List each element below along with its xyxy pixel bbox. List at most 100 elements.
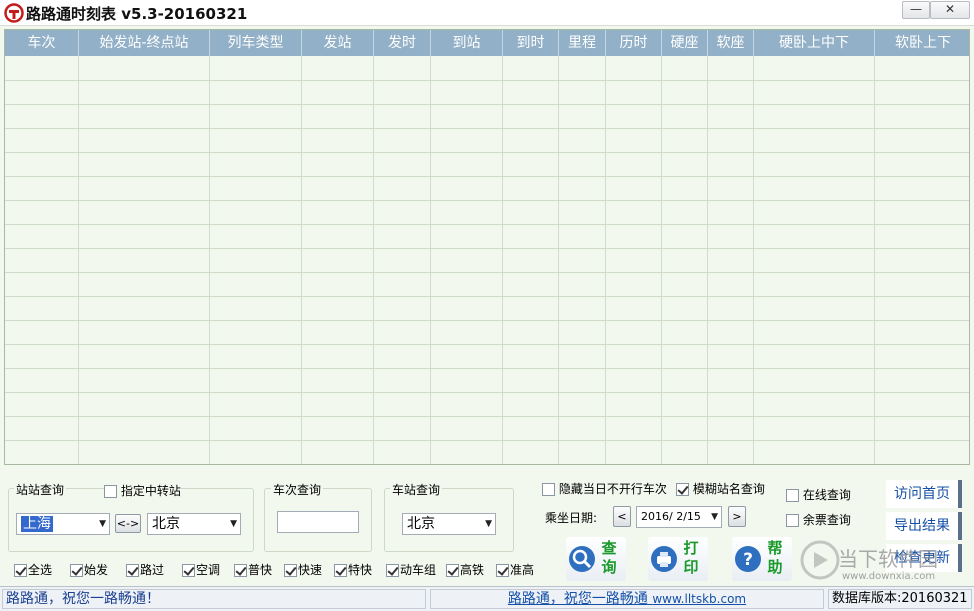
- date-value: 2016/ 2/15: [641, 510, 701, 523]
- status-link-text: 路路通，祝您一路畅通: [507, 591, 648, 607]
- help-label: 帮助: [767, 539, 783, 576]
- hide-not-running-checkbox[interactable]: [542, 483, 555, 496]
- online-query-option[interactable]: 在线查询: [786, 486, 851, 503]
- query-button[interactable]: 查询: [566, 537, 626, 581]
- prev-date-button[interactable]: <: [613, 506, 631, 527]
- chevron-down-icon: ▼: [485, 519, 492, 529]
- filter-option[interactable]: 准高: [496, 561, 534, 578]
- visit-home-button[interactable]: 访问首页: [886, 480, 962, 508]
- col-arrive-station[interactable]: 到站: [431, 30, 503, 56]
- station-value: 北京: [407, 516, 435, 532]
- status-bar: 路路通，祝您一路畅通！ 路路通，祝您一路畅通 www.lltskb.com 数据…: [0, 586, 974, 611]
- fuzzy-name-checkbox[interactable]: [676, 483, 689, 496]
- date-picker[interactable]: 2016/ 2/15 ▼: [636, 506, 722, 528]
- filter-option[interactable]: 空调: [182, 561, 220, 578]
- query-label: 查询: [601, 539, 617, 576]
- filter-checkbox[interactable]: [70, 564, 83, 577]
- app-logo-icon: [4, 3, 24, 23]
- magnifier-icon: [569, 546, 595, 572]
- filter-option[interactable]: 全选: [14, 561, 52, 578]
- online-query-label: 在线查询: [802, 488, 851, 502]
- filter-option[interactable]: 普快: [234, 561, 272, 578]
- train-number-input[interactable]: [277, 511, 359, 533]
- from-station-select[interactable]: 上海 ▼: [16, 513, 110, 535]
- window-title: 路路通时刻表 v5.3-20160321: [26, 5, 248, 23]
- station-select[interactable]: 北京 ▼: [402, 513, 496, 535]
- filter-option[interactable]: 高铁: [446, 561, 484, 578]
- transfer-option[interactable]: 指定中转站: [104, 482, 181, 499]
- printer-icon: [651, 546, 677, 572]
- remaining-tickets-label: 余票查询: [802, 513, 851, 527]
- transfer-checkbox[interactable]: [104, 485, 117, 498]
- filter-label: 空调: [196, 563, 221, 577]
- status-link[interactable]: 路路通，祝您一路畅通 www.lltskb.com: [430, 589, 824, 609]
- close-button[interactable]: ✕: [930, 1, 970, 19]
- filter-label: 全选: [28, 563, 53, 577]
- minimize-button[interactable]: —: [902, 1, 930, 19]
- filter-option[interactable]: 特快: [334, 561, 372, 578]
- train-query-title: 车次查询: [271, 481, 324, 498]
- svg-text:?: ?: [743, 550, 753, 570]
- col-arrive-time[interactable]: 到时: [503, 30, 559, 56]
- filter-checkbox[interactable]: [446, 564, 459, 577]
- col-distance[interactable]: 里程: [559, 30, 606, 56]
- filter-label: 路过: [140, 563, 165, 577]
- filter-checkbox[interactable]: [126, 564, 139, 577]
- results-table[interactable]: 车次 始发站-终点站 列车类型 发站 发时 到站 到时 里程 历时 硬座 软座 …: [4, 29, 970, 465]
- filter-label: 始发: [84, 563, 109, 577]
- filter-option[interactable]: 快速: [284, 561, 322, 578]
- station-query-title: 站站查询: [14, 481, 67, 498]
- to-station-select[interactable]: 北京 ▼: [147, 513, 241, 535]
- col-depart-station[interactable]: 发站: [302, 30, 374, 56]
- date-label: 乘坐日期:: [545, 511, 598, 525]
- col-soft-sleeper[interactable]: 软卧上下: [875, 30, 969, 56]
- filter-option[interactable]: 始发: [70, 561, 108, 578]
- remaining-tickets-checkbox[interactable]: [786, 514, 799, 527]
- help-icon: ?: [735, 546, 761, 572]
- filter-label: 快速: [298, 563, 323, 577]
- col-depart-time[interactable]: 发时: [374, 30, 431, 56]
- print-button[interactable]: 打印: [648, 537, 708, 581]
- remaining-tickets-option[interactable]: 余票查询: [786, 511, 851, 528]
- fuzzy-name-option[interactable]: 模糊站名查询: [676, 480, 765, 497]
- col-train-no[interactable]: 车次: [5, 30, 79, 56]
- export-button[interactable]: 导出结果: [886, 512, 962, 540]
- db-version: 数据库版本:20160321: [828, 589, 972, 609]
- title-bar: 路路通时刻表 v5.3-20160321 — ✕: [0, 0, 974, 26]
- filter-checkbox[interactable]: [496, 564, 509, 577]
- transfer-label: 指定中转站: [120, 484, 181, 498]
- help-button[interactable]: ? 帮助: [732, 537, 792, 581]
- col-route[interactable]: 始发站-终点站: [79, 30, 210, 56]
- col-train-type[interactable]: 列车类型: [210, 30, 302, 56]
- table-header: 车次 始发站-终点站 列车类型 发站 发时 到站 到时 里程 历时 硬座 软座 …: [5, 30, 969, 56]
- next-date-button[interactable]: >: [728, 506, 746, 527]
- filter-label: 普快: [248, 563, 273, 577]
- filter-checkbox[interactable]: [14, 564, 27, 577]
- col-hard-sleeper[interactable]: 硬卧上中下: [754, 30, 875, 56]
- chevron-down-icon: ▼: [99, 519, 106, 529]
- col-duration[interactable]: 历时: [606, 30, 662, 56]
- filter-checkbox[interactable]: [334, 564, 347, 577]
- col-hard-seat[interactable]: 硬座: [662, 30, 708, 56]
- print-label: 打印: [683, 539, 699, 576]
- col-soft-seat[interactable]: 软座: [708, 30, 754, 56]
- hide-not-running-label: 隐藏当日不开行车次: [558, 482, 667, 496]
- table-body: [5, 56, 969, 464]
- swap-stations-button[interactable]: <->: [115, 514, 141, 533]
- status-message: 路路通，祝您一路畅通！: [2, 589, 426, 609]
- chevron-down-icon: ▼: [711, 512, 718, 522]
- filter-label: 动车组: [400, 563, 437, 577]
- station-only-title: 车站查询: [390, 481, 443, 498]
- online-query-checkbox[interactable]: [786, 489, 799, 502]
- hide-not-running-option[interactable]: 隐藏当日不开行车次: [542, 480, 667, 497]
- filter-checkbox[interactable]: [234, 564, 247, 577]
- filter-label: 特快: [348, 563, 373, 577]
- from-station-value: 上海: [21, 516, 53, 532]
- filter-checkbox[interactable]: [386, 564, 399, 577]
- filter-checkbox[interactable]: [284, 564, 297, 577]
- filter-checkbox[interactable]: [182, 564, 195, 577]
- filter-label: 准高: [510, 563, 535, 577]
- filter-label: 高铁: [460, 563, 485, 577]
- filter-option[interactable]: 路过: [126, 561, 164, 578]
- filter-option[interactable]: 动车组: [386, 561, 436, 578]
